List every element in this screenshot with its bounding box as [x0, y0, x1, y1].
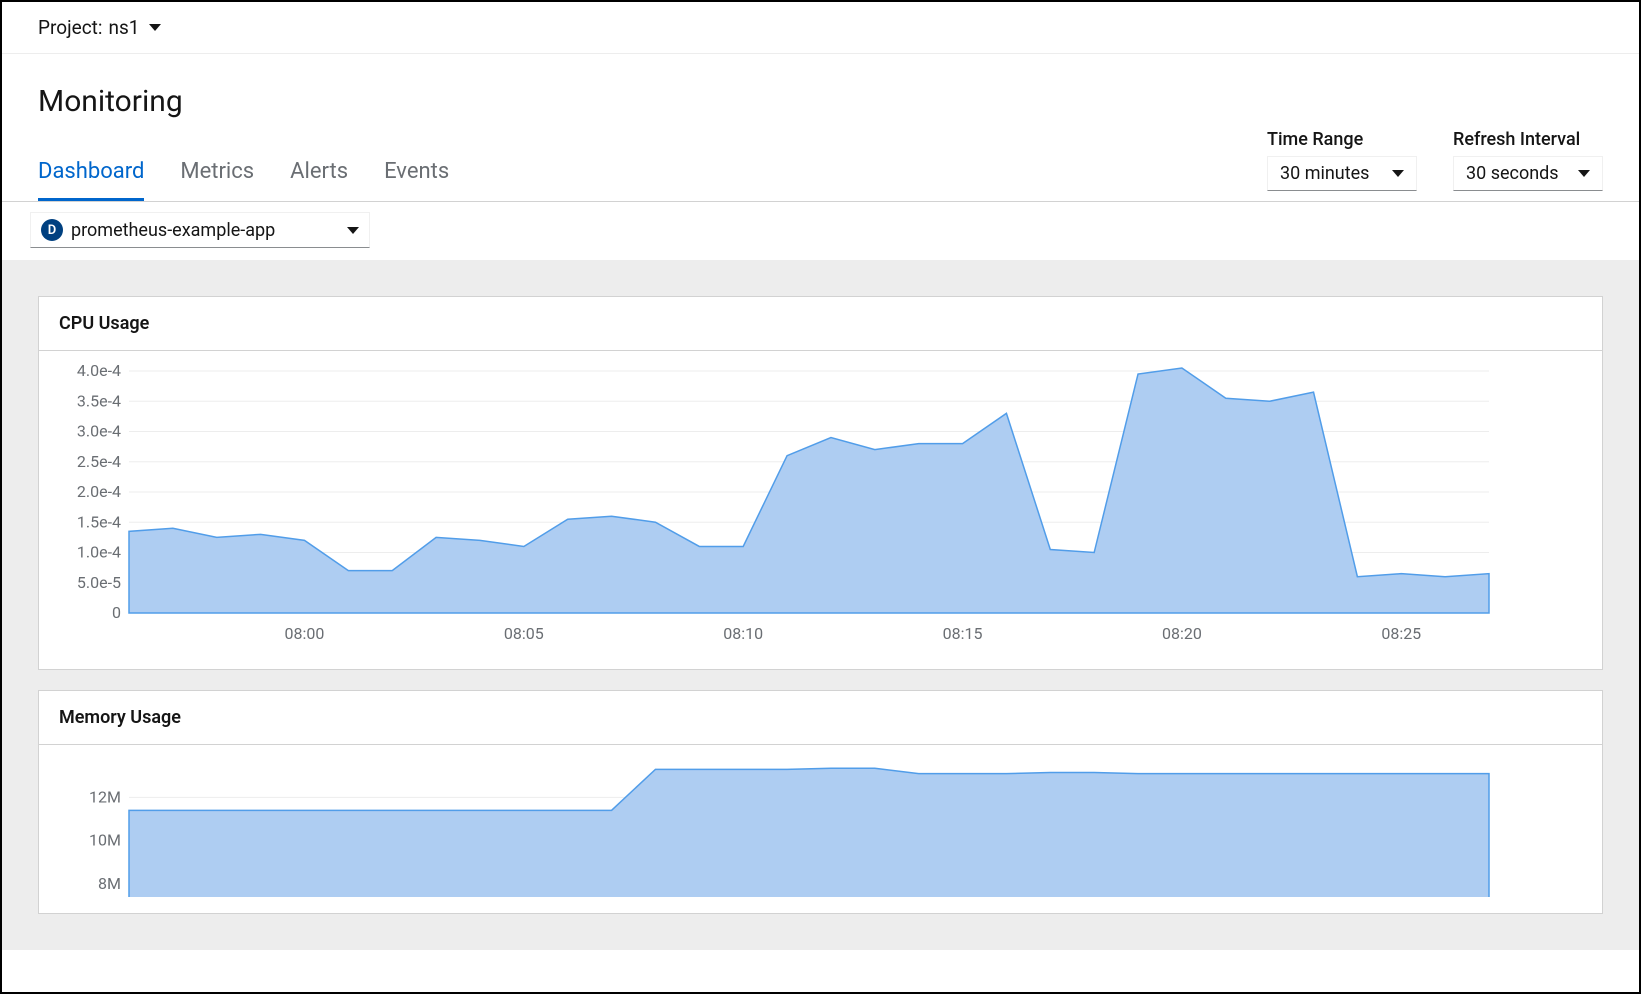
svg-text:08:10: 08:10 — [723, 624, 763, 643]
caret-down-icon — [1578, 170, 1590, 177]
time-range-value: 30 minutes — [1280, 163, 1369, 184]
time-range-select[interactable]: 30 minutes — [1267, 156, 1417, 191]
refresh-interval-value: 30 seconds — [1466, 163, 1559, 184]
page-title: Monitoring — [2, 54, 1639, 129]
memory-usage-card: Memory Usage 6M8M10M12M — [38, 690, 1603, 914]
svg-text:5.0e-5: 5.0e-5 — [77, 573, 121, 592]
svg-text:1.5e-4: 1.5e-4 — [77, 512, 121, 531]
time-range-label: Time Range — [1267, 129, 1417, 150]
caret-down-icon — [347, 227, 359, 234]
svg-text:08:05: 08:05 — [504, 624, 544, 643]
workload-select[interactable]: D prometheus-example-app — [30, 212, 370, 248]
svg-text:08:15: 08:15 — [943, 624, 983, 643]
caret-down-icon — [1392, 170, 1404, 177]
svg-text:12M: 12M — [89, 787, 121, 806]
refresh-interval-select[interactable]: 30 seconds — [1453, 156, 1603, 191]
tab-events[interactable]: Events — [384, 141, 449, 201]
svg-text:08:00: 08:00 — [285, 624, 325, 643]
project-label-prefix: Project: — [38, 16, 102, 39]
tab-metrics[interactable]: Metrics — [180, 141, 254, 201]
caret-down-icon — [149, 24, 161, 31]
svg-text:08:25: 08:25 — [1381, 624, 1421, 643]
svg-text:8M: 8M — [98, 874, 121, 893]
memory-usage-title: Memory Usage — [39, 691, 1602, 745]
svg-text:1.0e-4: 1.0e-4 — [77, 543, 121, 562]
cpu-usage-chart: 0 5.0e-5 1.0e-4 1.5e-4 2.0e-4 2.5e-4 3.0e-4 3.5… — [59, 363, 1499, 653]
tab-alerts[interactable]: Alerts — [290, 141, 348, 201]
workload-badge-icon: D — [41, 219, 63, 241]
svg-text:08:20: 08:20 — [1162, 624, 1202, 643]
svg-text:2.5e-4: 2.5e-4 — [77, 452, 121, 471]
svg-text:3.0e-4: 3.0e-4 — [77, 422, 121, 441]
cpu-usage-title: CPU Usage — [39, 297, 1602, 351]
svg-text:0: 0 — [112, 603, 121, 622]
refresh-interval-label: Refresh Interval — [1453, 129, 1603, 150]
svg-text:2.0e-4: 2.0e-4 — [77, 482, 121, 501]
svg-text:3.5e-4: 3.5e-4 — [77, 391, 121, 410]
workload-name: prometheus-example-app — [71, 220, 275, 241]
svg-text:10M: 10M — [89, 831, 121, 850]
project-name: ns1 — [108, 16, 139, 39]
cpu-usage-card: CPU Usage 0 5.0e-5 1.0e-4 1.5e-4 2.0e-4 2.5e-… — [38, 296, 1603, 670]
memory-usage-chart: 6M8M10M12M — [59, 757, 1499, 897]
svg-text:4.0e-4: 4.0e-4 — [77, 363, 121, 380]
tabs: Dashboard Metrics Alerts Events — [38, 141, 449, 201]
dashboard-area: CPU Usage 0 5.0e-5 1.0e-4 1.5e-4 2.0e-4 2.5e-… — [2, 260, 1639, 950]
project-selector[interactable]: Project: ns1 — [2, 2, 1639, 54]
tab-dashboard[interactable]: Dashboard — [38, 141, 144, 201]
